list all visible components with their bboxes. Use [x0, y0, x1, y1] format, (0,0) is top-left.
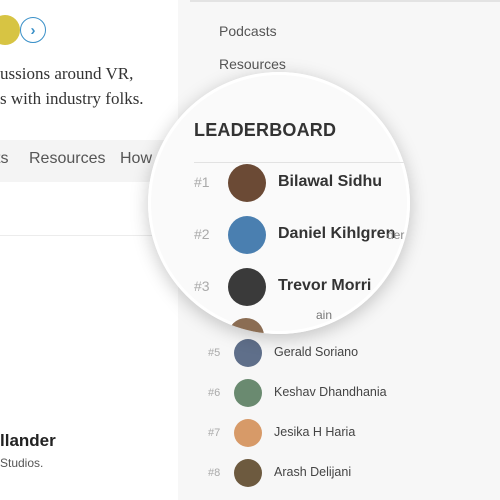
leaderboard-row-top[interactable]: #3 Trevor Morri — [194, 268, 410, 308]
sidebar-item-resources[interactable]: Resources — [219, 56, 286, 72]
leaderboard-row[interactable]: #7 Jesika H Haria — [208, 419, 488, 449]
avatar — [234, 419, 262, 447]
member-name: Daniel Kihlgren — [278, 225, 396, 242]
leaderboard-title: LEADERBOARD — [194, 120, 337, 140]
member-name: Keshav Dhandhania — [274, 385, 387, 399]
member-name: Jesika H Haria — [274, 425, 356, 439]
next-arrow-button[interactable]: › — [20, 17, 46, 43]
chevron-right-icon: › — [30, 21, 36, 39]
leaderboard-row-top[interactable]: #2 Daniel Kihlgren der — [194, 216, 410, 256]
rank-label: #8 — [208, 467, 221, 479]
featured-member-company: Studios. — [0, 456, 44, 470]
tab-resources[interactable]: Resources — [29, 150, 105, 168]
member-name: Arash Delijani — [274, 465, 352, 479]
rank-label: #6 — [208, 387, 221, 399]
member-name: Trevor Morri — [278, 277, 372, 294]
tab-how[interactable]: How — [120, 150, 152, 168]
leaderboard-row[interactable]: #6 Keshav Dhandhania — [208, 379, 488, 409]
community-description: ussions around VR, s with industry folks… — [0, 61, 180, 111]
description-line: ussions around VR, — [0, 64, 134, 83]
rank-label: #1 — [194, 174, 210, 190]
tab-posts[interactable]: ts — [0, 150, 8, 168]
sidebar-top-divider — [190, 0, 500, 2]
rank-label: #2 — [194, 226, 210, 242]
avatar — [234, 339, 262, 367]
avatar — [228, 164, 266, 202]
sidebar-item-podcasts[interactable]: Podcasts — [219, 23, 277, 39]
obscured-text: ain — [316, 308, 333, 322]
avatar — [234, 459, 262, 487]
avatar — [228, 216, 266, 254]
avatar — [234, 379, 262, 407]
avatar — [228, 268, 266, 306]
member-name: Gerald Soriano — [274, 345, 359, 359]
featured-member-name[interactable]: llander — [0, 431, 56, 451]
leaderboard-divider — [194, 162, 410, 163]
description-line: s with industry folks. — [0, 89, 144, 108]
leaderboard-row[interactable]: #8 Arash Delijani — [208, 459, 488, 489]
rank-label: #3 — [194, 278, 210, 294]
leaderboard-row[interactable]: #5 Gerald Soriano — [208, 339, 488, 369]
main-content: › ussions around VR, s with industry fol… — [0, 0, 178, 500]
community-avatar[interactable] — [0, 15, 20, 45]
magnifier-lens: LEADERBOARD #1 Bilawal Sidhu #2 Daniel K… — [148, 72, 410, 334]
obscured-text: der — [387, 228, 405, 242]
leaderboard-row-top[interactable]: #1 Bilawal Sidhu — [194, 164, 410, 204]
rank-label: #5 — [208, 347, 221, 359]
member-name: Bilawal Sidhu — [278, 173, 383, 190]
rank-label: #7 — [208, 427, 221, 439]
avatar — [228, 318, 264, 334]
